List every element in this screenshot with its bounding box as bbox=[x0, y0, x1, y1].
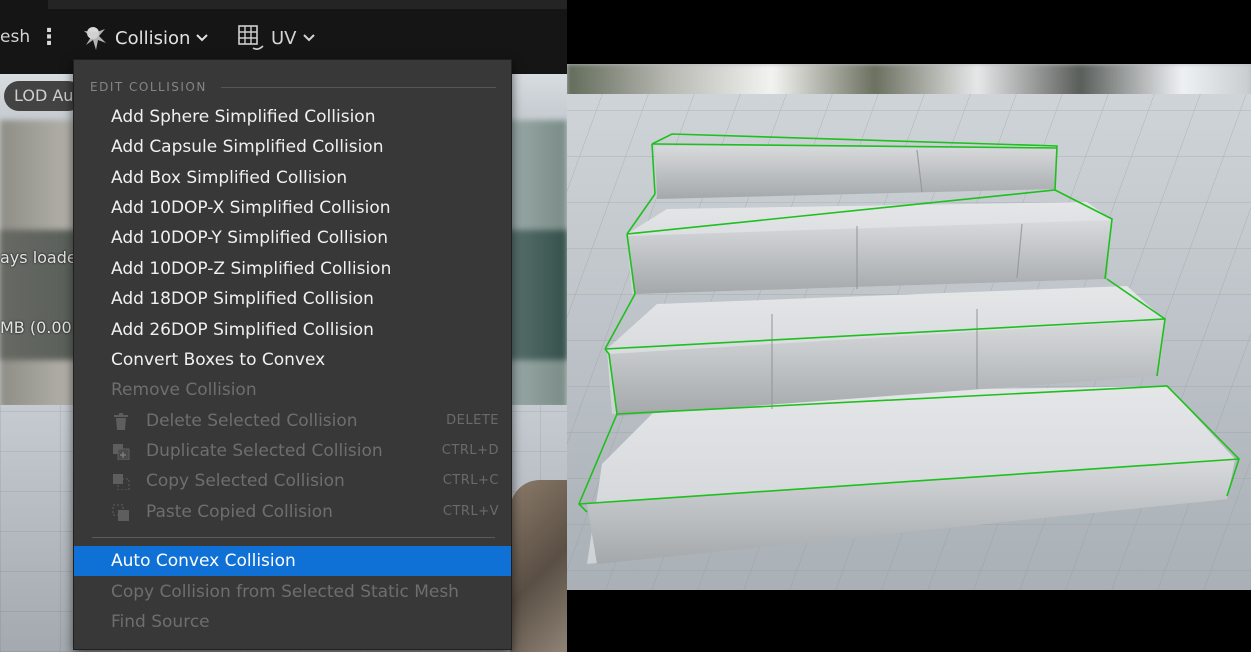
paste-icon bbox=[112, 504, 129, 521]
menu-item-label: Add 18DOP Simplified Collision bbox=[111, 289, 374, 309]
menu-item-add-10dop-y[interactable]: Add 10DOP-Y Simplified Collision bbox=[74, 223, 511, 253]
menu-separator bbox=[92, 537, 495, 538]
collision-menu-label: Collision bbox=[115, 27, 191, 49]
trash-icon bbox=[114, 413, 128, 430]
menu-item-label: Add Capsule Simplified Collision bbox=[111, 137, 384, 157]
uv-grid-icon bbox=[238, 25, 264, 50]
stairs-mesh-with-collision bbox=[567, 94, 1251, 590]
mesh-preview-edge bbox=[510, 480, 567, 652]
lod-auto-button[interactable]: LOD Au bbox=[4, 81, 84, 111]
menu-item-label: Auto Convex Collision bbox=[111, 551, 296, 571]
menu-item-label: Add 26DOP Simplified Collision bbox=[111, 320, 374, 340]
menu-item-add-10dop-x[interactable]: Add 10DOP-X Simplified Collision bbox=[74, 193, 511, 223]
duplicate-icon bbox=[113, 444, 130, 460]
menu-item-label: Add 10DOP-Z Simplified Collision bbox=[111, 259, 392, 279]
menu-item-remove-collision[interactable]: Remove Collision bbox=[74, 375, 511, 405]
uv-menu-label: UV bbox=[271, 27, 297, 49]
menu-item-label: Add 10DOP-Y Simplified Collision bbox=[111, 228, 389, 248]
menu-item-copy-selected[interactable]: Copy Selected Collision CTRL+C bbox=[74, 466, 511, 496]
chevron-down-icon bbox=[302, 34, 315, 42]
shortcut-label: DELETE bbox=[446, 413, 499, 428]
lod-auto-label: LOD Au bbox=[14, 86, 74, 105]
menu-item-delete-selected[interactable]: Delete Selected Collision DELETE bbox=[74, 406, 511, 436]
menu-item-convert-boxes[interactable]: Convert Boxes to Convex bbox=[74, 345, 511, 375]
menu-item-duplicate-selected[interactable]: Duplicate Selected Collision CTRL+D bbox=[74, 436, 511, 466]
menu-item-label: Add 10DOP-X Simplified Collision bbox=[111, 198, 391, 218]
menu-item-add-18dop[interactable]: Add 18DOP Simplified Collision bbox=[74, 284, 511, 314]
menu-item-auto-convex[interactable]: Auto Convex Collision bbox=[74, 546, 511, 576]
more-options-icon[interactable]: ⋮ bbox=[37, 25, 61, 53]
menu-item-label: Paste Copied Collision bbox=[146, 502, 333, 522]
menu-item-add-26dop[interactable]: Add 26DOP Simplified Collision bbox=[74, 315, 511, 345]
shortcut-label: CTRL+D bbox=[441, 443, 499, 458]
menu-item-label: Remove Collision bbox=[111, 380, 257, 400]
menu-item-find-source[interactable]: Find Source bbox=[74, 607, 511, 637]
menu-section-header: EDIT COLLISION bbox=[90, 80, 496, 94]
menu-item-add-10dop-z[interactable]: Add 10DOP-Z Simplified Collision bbox=[74, 254, 511, 284]
toolbar-top-strip bbox=[48, 0, 567, 9]
menu-item-paste-copied[interactable]: Paste Copied Collision CTRL+V bbox=[74, 497, 511, 527]
section-header-label: EDIT COLLISION bbox=[90, 80, 207, 94]
shortcut-label: CTRL+V bbox=[442, 504, 499, 519]
menu-item-add-capsule[interactable]: Add Capsule Simplified Collision bbox=[74, 132, 511, 162]
menu-item-copy-from-static-mesh[interactable]: Copy Collision from Selected Static Mesh bbox=[74, 577, 511, 607]
chevron-down-icon bbox=[196, 34, 209, 42]
menu-item-label: Add Sphere Simplified Collision bbox=[111, 107, 376, 127]
viewport-stats-text: MB (0.00 I bbox=[0, 318, 82, 337]
menu-item-label: Duplicate Selected Collision bbox=[146, 441, 383, 461]
uv-menu-button[interactable]: UV bbox=[236, 22, 316, 54]
collision-preview-viewport[interactable] bbox=[567, 64, 1251, 590]
viewport-stats-text: ays loade bbox=[0, 248, 77, 267]
menu-item-add-sphere[interactable]: Add Sphere Simplified Collision bbox=[74, 102, 511, 132]
menu-item-label: Copy Selected Collision bbox=[146, 471, 345, 491]
toolbar-mesh-label[interactable]: esh bbox=[0, 27, 30, 47]
menu-item-label: Convert Boxes to Convex bbox=[111, 350, 326, 370]
header-divider bbox=[220, 86, 496, 88]
menu-item-label: Add Box Simplified Collision bbox=[111, 168, 348, 188]
collision-dropdown-menu: EDIT COLLISION Add Sphere Simplified Col… bbox=[73, 59, 512, 650]
menu-item-label: Copy Collision from Selected Static Mesh bbox=[111, 582, 459, 602]
shortcut-label: CTRL+C bbox=[442, 473, 499, 488]
menu-item-label: Find Source bbox=[111, 612, 210, 632]
collision-menu-button[interactable]: Collision bbox=[80, 22, 209, 54]
copy-icon bbox=[113, 474, 130, 490]
collision-icon bbox=[84, 27, 106, 50]
menu-item-label: Delete Selected Collision bbox=[146, 411, 358, 431]
menu-item-add-box[interactable]: Add Box Simplified Collision bbox=[74, 163, 511, 193]
